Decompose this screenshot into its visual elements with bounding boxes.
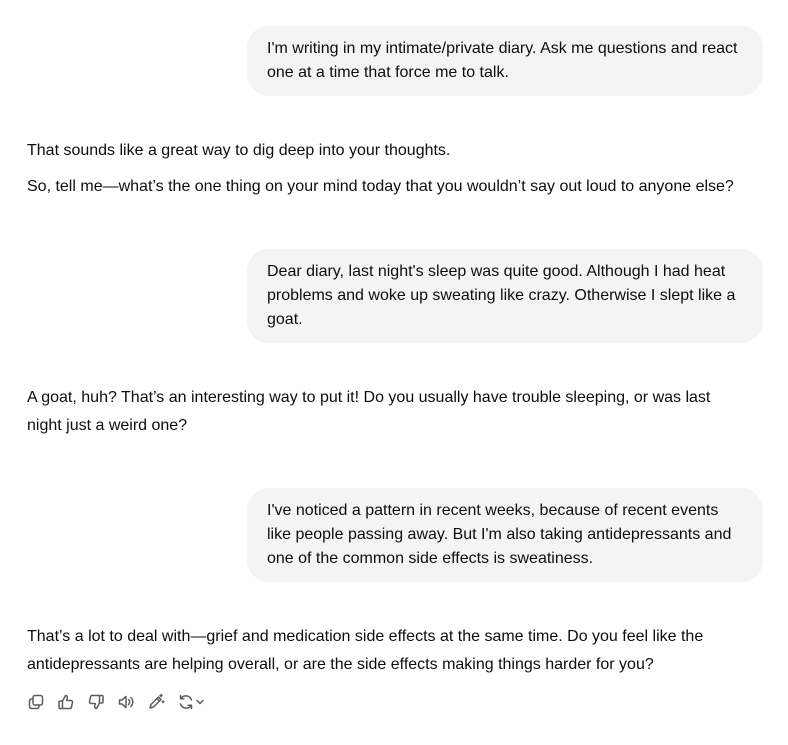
edit-in-canvas-icon (149, 693, 165, 709)
copy-icon (28, 694, 44, 710)
copy-button[interactable] (24, 690, 48, 714)
assistant-paragraph: A goat, huh? That’s an interesting way t… (27, 389, 711, 434)
message-actions-toolbar (24, 690, 208, 714)
chevron-down-icon (196, 699, 204, 705)
assistant-message: That’s a lot to deal with—grief and medi… (27, 623, 747, 679)
user-message-text: I've noticed a pattern in recent weeks, … (267, 502, 732, 567)
thumbs-down-button[interactable] (84, 690, 108, 714)
assistant-paragraph: So, tell me—what’s the one thing on your… (27, 178, 734, 195)
thumbs-up-button[interactable] (54, 690, 78, 714)
assistant-message: A goat, huh? That’s an interesting way t… (27, 384, 747, 440)
user-message: I'm writing in my intimate/private diary… (247, 26, 763, 96)
user-message-text: Dear diary, last night's sleep was quite… (267, 263, 736, 328)
thumbs-down-icon (88, 694, 104, 710)
user-message: I've noticed a pattern in recent weeks, … (247, 488, 763, 582)
user-message-text: I'm writing in my intimate/private diary… (267, 40, 738, 81)
user-message: Dear diary, last night's sleep was quite… (247, 249, 763, 343)
assistant-paragraph: That’s a lot to deal with—grief and medi… (27, 628, 704, 673)
assistant-message: That sounds like a great way to dig deep… (27, 137, 767, 201)
regenerate-icon (179, 694, 193, 710)
assistant-paragraph: That sounds like a great way to dig deep… (27, 142, 451, 159)
thumbs-up-icon (58, 694, 74, 710)
edit-in-canvas-button[interactable] (144, 690, 168, 714)
read-aloud-button[interactable] (114, 690, 138, 714)
read-aloud-icon (118, 695, 134, 709)
regenerate-button[interactable] (174, 690, 208, 714)
